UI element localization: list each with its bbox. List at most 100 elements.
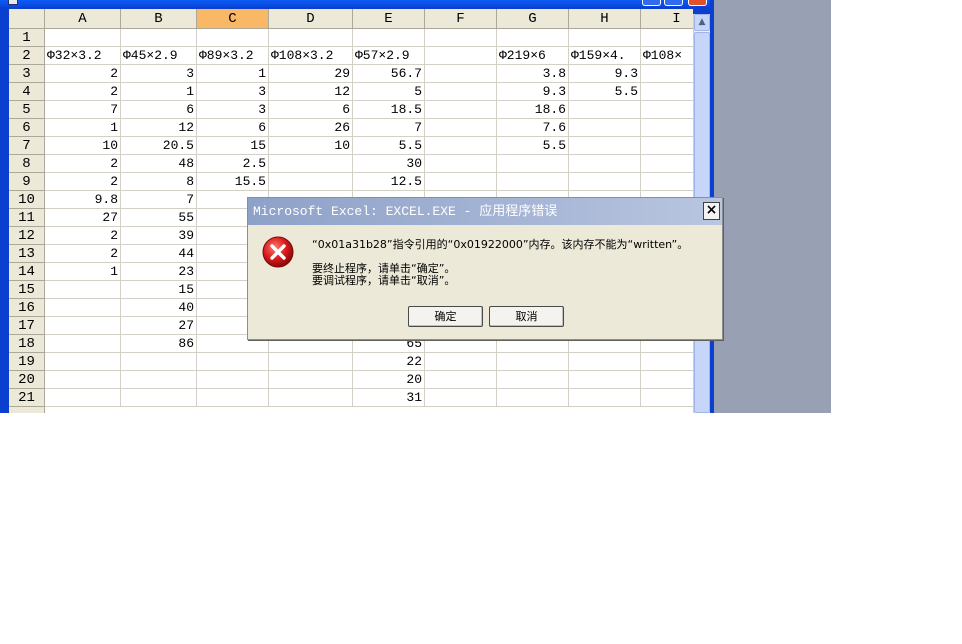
cell-c1[interactable] [197,29,269,47]
cell-i6[interactable] [641,119,693,137]
cell-h21[interactable] [569,389,641,407]
cell-a4[interactable]: 2 [45,83,121,101]
cell-g21[interactable] [497,389,569,407]
cell-b8[interactable]: 48 [121,155,197,173]
cell-a17[interactable] [45,317,121,335]
cell-f8[interactable] [425,155,497,173]
cell-e2[interactable]: Φ57×2.9 [353,47,425,65]
cell-c21[interactable] [197,389,269,407]
cell-a9[interactable]: 2 [45,173,121,191]
cell-h19[interactable] [569,353,641,371]
cell-f19[interactable] [425,353,497,371]
cell-g2[interactable]: Φ219×6 [497,47,569,65]
cell-c4[interactable]: 3 [197,83,269,101]
cell-e7[interactable]: 5.5 [353,137,425,155]
maximize-button[interactable] [664,0,683,6]
cell-i20[interactable] [641,371,693,389]
row-header-12[interactable]: 12 [9,227,45,245]
row-header-18[interactable]: 18 [9,335,45,353]
cell-a15[interactable] [45,281,121,299]
cell-d2[interactable]: Φ108×3.2 [269,47,353,65]
cell-h2[interactable]: Φ159×4. [569,47,641,65]
cell-c3[interactable]: 1 [197,65,269,83]
row-header-2[interactable]: 2 [9,47,45,65]
cell-i8[interactable] [641,155,693,173]
close-window-button[interactable] [688,0,707,6]
column-header-b[interactable]: B [121,9,197,29]
cell-b16[interactable]: 40 [121,299,197,317]
ok-button[interactable]: 确定 [408,306,483,327]
cell-a16[interactable] [45,299,121,317]
cell-i9[interactable] [641,173,693,191]
cell-b5[interactable]: 6 [121,101,197,119]
cell-a1[interactable] [45,29,121,47]
cell-f4[interactable] [425,83,497,101]
cancel-button[interactable]: 取消 [489,306,564,327]
dialog-close-button[interactable]: × [703,202,720,220]
row-header-15[interactable]: 15 [9,281,45,299]
cell-d20[interactable] [269,371,353,389]
cell-f5[interactable] [425,101,497,119]
cell-f3[interactable] [425,65,497,83]
row-header-21[interactable]: 21 [9,389,45,407]
cell-c7[interactable]: 15 [197,137,269,155]
cell-b3[interactable]: 3 [121,65,197,83]
column-header-c[interactable]: C [197,9,269,29]
cell-a6[interactable]: 1 [45,119,121,137]
column-header-e[interactable]: E [353,9,425,29]
cell-c2[interactable]: Φ89×3.2 [197,47,269,65]
row-header-11[interactable]: 11 [9,209,45,227]
cell-a21[interactable] [45,389,121,407]
column-header-g[interactable]: G [497,9,569,29]
cell-a19[interactable] [45,353,121,371]
cell-c20[interactable] [197,371,269,389]
cell-e5[interactable]: 18.5 [353,101,425,119]
cell-a18[interactable] [45,335,121,353]
excel-title-bar[interactable] [0,0,714,7]
cell-i19[interactable] [641,353,693,371]
cell-e3[interactable]: 56.7 [353,65,425,83]
cell-h7[interactable] [569,137,641,155]
cell-b17[interactable]: 27 [121,317,197,335]
cell-a8[interactable]: 2 [45,155,121,173]
cell-e19[interactable]: 22 [353,353,425,371]
cell-e9[interactable]: 12.5 [353,173,425,191]
cell-e20[interactable]: 20 [353,371,425,389]
cell-h6[interactable] [569,119,641,137]
cell-d6[interactable]: 26 [269,119,353,137]
row-header-10[interactable]: 10 [9,191,45,209]
cell-b6[interactable]: 12 [121,119,197,137]
cell-e6[interactable]: 7 [353,119,425,137]
cell-d5[interactable]: 6 [269,101,353,119]
scroll-up-arrow-icon[interactable]: ▲ [694,14,710,31]
cell-b2[interactable]: Φ45×2.9 [121,47,197,65]
cell-b18[interactable]: 86 [121,335,197,353]
cell-f6[interactable] [425,119,497,137]
cell-a12[interactable]: 2 [45,227,121,245]
cell-i1[interactable] [641,29,693,47]
cell-e21[interactable]: 31 [353,389,425,407]
column-header-a[interactable]: A [45,9,121,29]
column-header-h[interactable]: H [569,9,641,29]
row-header-9[interactable]: 9 [9,173,45,191]
cell-h20[interactable] [569,371,641,389]
cell-b1[interactable] [121,29,197,47]
cell-c5[interactable]: 3 [197,101,269,119]
cell-g7[interactable]: 5.5 [497,137,569,155]
row-header-1[interactable]: 1 [9,29,45,47]
cell-b15[interactable]: 15 [121,281,197,299]
cell-a13[interactable]: 2 [45,245,121,263]
row-header-5[interactable]: 5 [9,101,45,119]
cell-a3[interactable]: 2 [45,65,121,83]
cell-h4[interactable]: 5.5 [569,83,641,101]
row-header-3[interactable]: 3 [9,65,45,83]
cell-f20[interactable] [425,371,497,389]
cell-f2[interactable] [425,47,497,65]
cell-g6[interactable]: 7.6 [497,119,569,137]
cell-a10[interactable]: 9.8 [45,191,121,209]
cell-d19[interactable] [269,353,353,371]
cell-a14[interactable]: 1 [45,263,121,281]
cell-f1[interactable] [425,29,497,47]
cell-c9[interactable]: 15.5 [197,173,269,191]
cell-e8[interactable]: 30 [353,155,425,173]
